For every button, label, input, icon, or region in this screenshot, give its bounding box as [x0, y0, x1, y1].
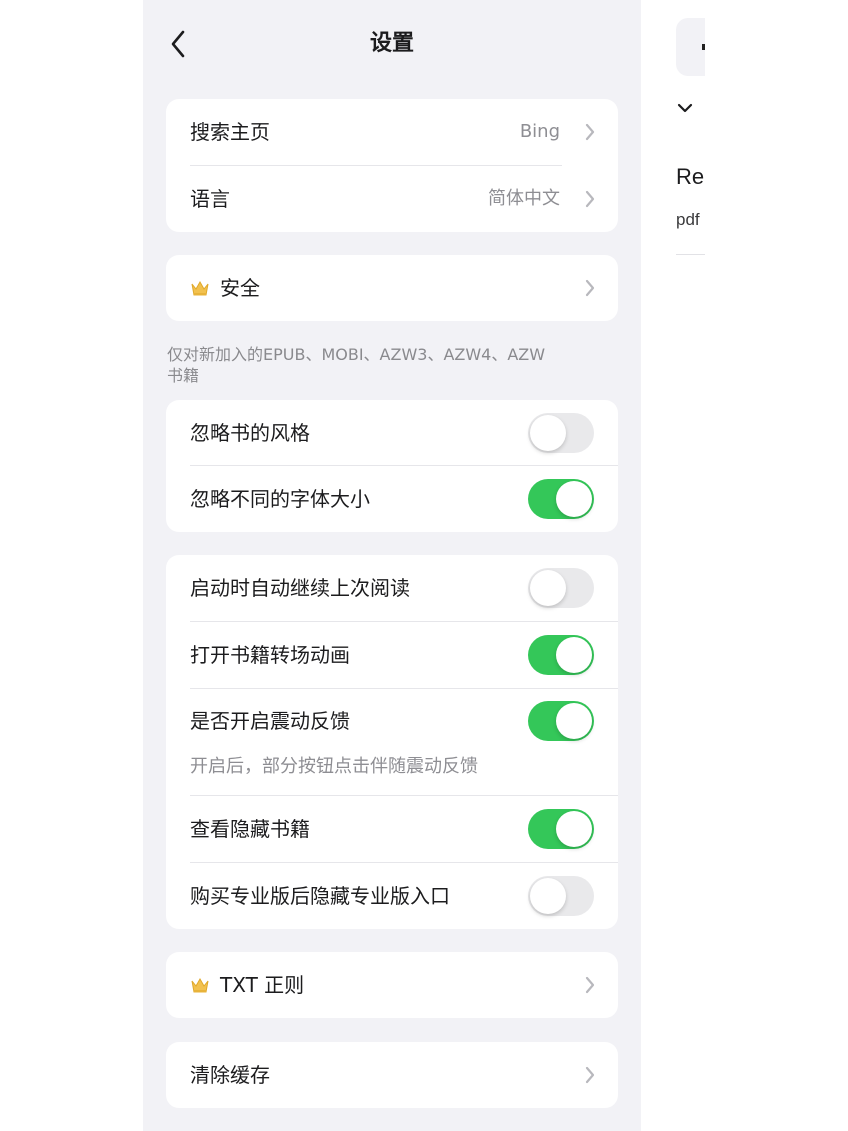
row-hide-pro-entry: 购买专业版后隐藏专业版入口	[166, 863, 618, 929]
row-clear-cache[interactable]: 清除缓存	[166, 1042, 618, 1108]
row-label: 安全	[220, 276, 260, 300]
row-search-homepage[interactable]: 搜索主页 Bing	[166, 99, 618, 165]
peek-divider	[676, 254, 705, 255]
row-value: Bing	[519, 121, 560, 142]
row-show-hidden-books: 查看隐藏书籍	[166, 796, 618, 862]
toggle-knob	[530, 570, 566, 606]
row-label: 清除缓存	[190, 1063, 270, 1087]
group-style: 忽略书的风格 忽略不同的字体大小	[166, 400, 618, 532]
toggle-knob	[530, 878, 566, 914]
open-animation-toggle[interactable]	[528, 635, 594, 675]
row-auto-continue: 启动时自动继续上次阅读	[166, 555, 618, 621]
row-vibration: 是否开启震动反馈 开启后，部分按钮点击伴随震动反馈	[166, 688, 618, 795]
group-txt-regex: TXT 正则	[166, 952, 618, 1018]
chevron-down-icon[interactable]	[677, 103, 693, 113]
epub-note-line2: 书籍	[167, 366, 200, 385]
ignore-font-size-toggle[interactable]	[528, 479, 594, 519]
crown-icon	[191, 280, 209, 296]
toggle-knob	[556, 703, 592, 739]
epub-note-line1: 仅对新加入的EPUB、MOBI、AZW3、AZW4、AZW	[167, 345, 546, 364]
toggle-knob	[556, 481, 592, 517]
row-value: 简体中文	[488, 188, 560, 209]
chevron-right-icon	[585, 279, 595, 297]
hide-pro-entry-toggle[interactable]	[528, 876, 594, 916]
chevron-right-icon	[585, 190, 595, 208]
peek-item-type: pdf	[676, 210, 700, 229]
row-label: 购买专业版后隐藏专业版入口	[190, 884, 450, 908]
page-title: 设置	[369, 31, 414, 56]
row-label: TXT 正则	[220, 973, 305, 997]
ignore-book-style-toggle[interactable]	[528, 413, 594, 453]
chevron-right-icon	[585, 976, 595, 994]
row-label: 忽略书的风格	[190, 421, 310, 445]
settings-screen: 设置 搜索主页 Bing 语言 简体中文 安全 仅对新加入的EPUB、MOBI、…	[143, 0, 641, 1131]
peek-item-title: Re	[676, 164, 705, 189]
vibration-note: 开启后，部分按钮点击伴随震动反馈	[190, 756, 478, 777]
row-open-animation: 打开书籍转场动画	[166, 622, 618, 688]
row-label: 启动时自动继续上次阅读	[190, 576, 410, 600]
row-txt-regex[interactable]: TXT 正则	[166, 952, 618, 1018]
auto-continue-toggle[interactable]	[528, 568, 594, 608]
toggle-knob	[556, 637, 592, 673]
row-label: 查看隐藏书籍	[190, 817, 310, 841]
show-hidden-books-toggle[interactable]	[528, 809, 594, 849]
crown-icon	[191, 977, 209, 993]
epub-note: 仅对新加入的EPUB、MOBI、AZW3、AZW4、AZW 书籍	[167, 344, 617, 386]
group-reading: 启动时自动继续上次阅读 打开书籍转场动画 是否开启震动反馈 开启后，部分按钮点击…	[166, 555, 618, 929]
row-security[interactable]: 安全	[166, 255, 618, 321]
row-label: 忽略不同的字体大小	[190, 487, 370, 511]
group-clear-cache: 清除缓存	[166, 1042, 618, 1108]
row-label: 是否开启震动反馈	[190, 709, 350, 733]
row-ignore-book-style: 忽略书的风格	[166, 400, 618, 466]
row-ignore-font-size: 忽略不同的字体大小	[166, 466, 618, 532]
group-search-language: 搜索主页 Bing 语言 简体中文	[166, 99, 618, 232]
row-label: 语言	[190, 187, 230, 211]
toggle-knob	[530, 415, 566, 451]
chevron-right-icon	[585, 1066, 595, 1084]
chevron-right-icon	[585, 123, 595, 141]
row-label: 搜索主页	[190, 120, 270, 144]
nav-bar: 设置	[143, 0, 641, 76]
row-label: 打开书籍转场动画	[190, 643, 350, 667]
peek-clip	[705, 0, 848, 1131]
row-language[interactable]: 语言 简体中文	[166, 166, 618, 232]
vibration-toggle[interactable]	[528, 701, 594, 741]
toggle-knob	[556, 811, 592, 847]
group-security: 安全	[166, 255, 618, 321]
